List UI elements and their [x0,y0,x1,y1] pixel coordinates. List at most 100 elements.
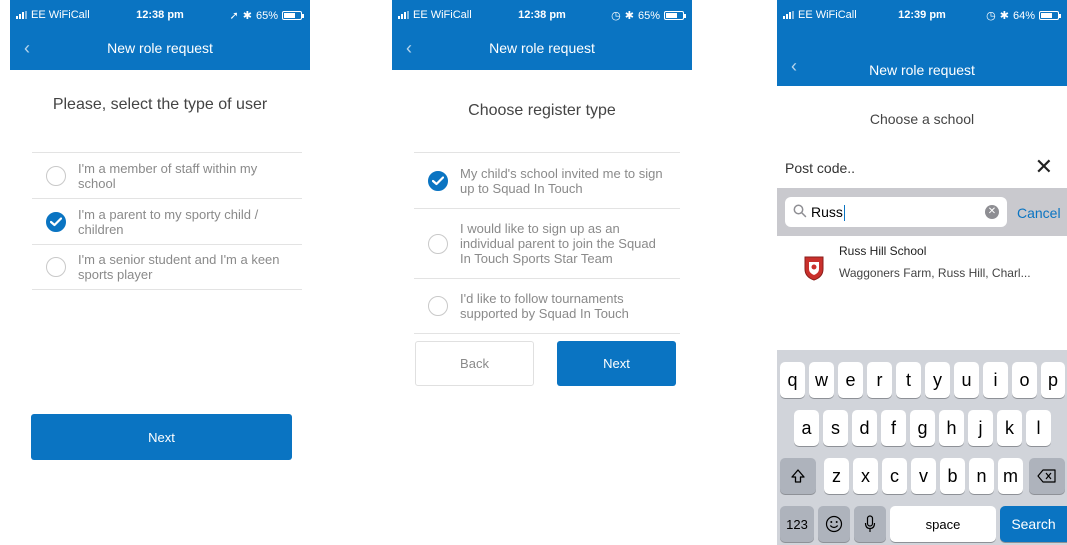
key-l[interactable]: l [1026,410,1051,446]
key-h[interactable]: h [939,410,964,446]
battery-percent: 65% [637,9,660,22]
key-c[interactable]: c [882,458,907,494]
option-label: I'm a senior student and I'm a keen spor… [78,252,280,282]
key-g[interactable]: g [910,410,935,446]
status-right: ➚ ✱ 65% [229,9,304,22]
status-right: ◷ ✱ 64% [986,9,1061,22]
post-code-row: Post code.. ✕ [777,150,1067,186]
status-right: ◷ ✱ 65% [611,9,686,22]
status-time: 12:39 pm [898,9,946,21]
numbers-key[interactable]: 123 [780,506,814,542]
carrier-text: EE WiFiCall [798,9,857,21]
next-button[interactable]: Next [31,414,292,460]
key-t[interactable]: t [896,362,921,398]
search-key[interactable]: Search [1000,506,1067,542]
battery-icon [282,11,304,20]
keyboard: q w e r t y u i o p a s d f g h j k l z [777,350,1067,545]
option-label: I'd like to follow tournaments supported… [460,291,629,321]
radio-checked-icon [428,170,448,191]
option-label: I would like to sign up as an individual… [460,221,656,266]
key-o[interactable]: o [1012,362,1037,398]
screen-choose-school: EE WiFiCall 12:39 pm ◷ ✱ 64% ‹ New role … [777,0,1067,545]
key-e[interactable]: e [838,362,863,398]
key-s[interactable]: s [823,410,848,446]
key-a[interactable]: a [794,410,819,446]
key-m[interactable]: m [998,458,1023,494]
bluetooth-icon: ✱ [999,10,1009,22]
school-crest-icon [804,256,824,281]
status-bar: EE WiFiCall 12:38 pm ◷ ✱ 65% [392,0,692,30]
battery-percent: 65% [255,9,278,22]
key-q[interactable]: q [780,362,805,398]
header-bar: EE WiFiCall 12:38 pm ◷ ✱ 65% ‹ New role … [392,0,692,70]
screen-choose-register-type: EE WiFiCall 12:38 pm ◷ ✱ 65% ‹ New role … [392,0,692,545]
radio-unchecked-icon [428,296,448,316]
status-carrier: EE WiFiCall [398,9,472,21]
key-y[interactable]: y [925,362,950,398]
bluetooth-icon: ✱ [624,10,634,22]
nav-title: New role request [869,62,975,78]
backspace-icon [1037,469,1056,483]
keyboard-row-1: q w e r t y u i o p [777,362,1067,398]
signal-icon [398,11,409,20]
key-j[interactable]: j [968,410,993,446]
carrier-text: EE WiFiCall [413,9,472,21]
option-follow-tournaments[interactable]: I'd like to follow tournaments supported… [414,278,680,334]
radio-checked-icon [46,211,66,232]
option-school-invited[interactable]: My child's school invited me to sign up … [414,152,680,208]
key-d[interactable]: d [852,410,877,446]
post-code-label[interactable]: Post code.. [785,160,855,176]
school-name: Russ Hill School [839,244,927,258]
option-staff-member[interactable]: I'm a member of staff within my school [32,152,302,198]
carrier-text: EE WiFiCall [31,9,90,21]
signal-icon [16,11,27,20]
key-p[interactable]: p [1041,362,1065,398]
status-time: 12:38 pm [518,9,566,21]
microphone-key[interactable] [854,506,886,542]
option-label: My child's school invited me to sign up … [460,165,663,196]
search-icon [793,204,807,218]
close-icon[interactable]: ✕ [1035,156,1053,178]
emoji-key[interactable] [818,506,850,542]
search-value: Russ [811,204,845,222]
backspace-key[interactable] [1029,458,1065,494]
list-item[interactable]: Russ Hill School Waggoners Farm, Russ Hi… [777,240,1067,294]
back-button[interactable]: Back [415,341,534,386]
bluetooth-icon: ✱ [242,10,252,22]
keyboard-row-4: 123 space Search [777,506,1067,542]
key-b[interactable]: b [940,458,965,494]
key-x[interactable]: x [853,458,878,494]
next-button[interactable]: Next [557,341,676,386]
nav-title: New role request [107,40,213,56]
shift-key[interactable] [780,458,816,494]
screen-select-user-type: EE WiFiCall 12:38 pm ➚ ✱ 65% ‹ New role … [10,0,310,545]
battery-icon [664,11,686,20]
radio-unchecked-icon [46,165,66,186]
space-key[interactable]: space [890,506,996,542]
nav-title: New role request [489,40,595,56]
status-carrier: EE WiFiCall [16,9,90,21]
search-input[interactable]: Russ ✕ [785,197,1007,227]
shift-icon [791,469,805,483]
key-f[interactable]: f [881,410,906,446]
key-r[interactable]: r [867,362,892,398]
school-address: Waggoners Farm, Russ Hill, Charl... [839,266,1031,280]
key-z[interactable]: z [824,458,849,494]
key-w[interactable]: w [809,362,834,398]
key-v[interactable]: v [911,458,936,494]
cancel-button[interactable]: Cancel [1017,205,1061,221]
alarm-icon: ◷ [986,10,996,22]
key-u[interactable]: u [954,362,979,398]
key-n[interactable]: n [969,458,994,494]
option-parent[interactable]: I'm a parent to my sporty child / childr… [32,198,302,244]
search-text: Russ [811,204,843,220]
battery-icon [1039,11,1061,20]
option-senior-student[interactable]: I'm a senior student and I'm a keen spor… [32,244,302,290]
key-i[interactable]: i [983,362,1008,398]
location-icon: ➚ [229,10,239,22]
signal-icon [783,11,794,20]
option-individual-parent[interactable]: I would like to sign up as an individual… [414,208,680,278]
clear-icon[interactable]: ✕ [985,205,999,219]
header-bar: EE WiFiCall 12:38 pm ➚ ✱ 65% ‹ New role … [10,0,310,70]
key-k[interactable]: k [997,410,1022,446]
